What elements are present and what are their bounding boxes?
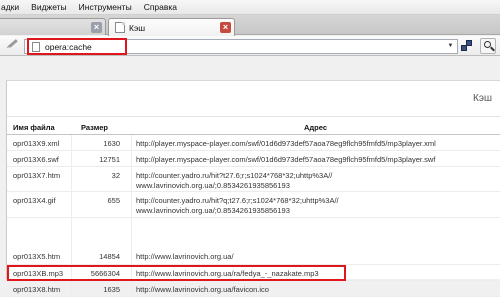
menu-item-widgets[interactable]: Виджеты — [25, 2, 73, 12]
tab-title: Кэш — [129, 22, 146, 33]
menu-item-downloads[interactable]: адки — [0, 2, 25, 12]
pen-icon[interactable] — [8, 39, 18, 48]
panels-icon[interactable] — [461, 40, 473, 52]
table-row[interactable]: opr013X6.swf 12751 http://player.myspace… — [7, 151, 500, 167]
tab-previous[interactable]: × — [0, 18, 106, 35]
close-icon[interactable]: × — [220, 22, 231, 33]
tab-cache[interactable]: Кэш × — [108, 18, 235, 36]
cell-filename: opr013X7.htm — [13, 171, 61, 180]
cell-size: 12751 — [99, 155, 120, 164]
chevron-down-icon[interactable]: ▼ — [446, 42, 455, 51]
cell-size: 1635 — [103, 285, 120, 294]
search-button[interactable] — [480, 38, 496, 54]
cell-address-link[interactable]: http://counter.yadro.ru/hit?q;t27.6;r;s1… — [136, 196, 481, 216]
table-row[interactable]: opr013X8.htm 1635 http://www.lavrinovich… — [7, 281, 500, 297]
cell-size: 1630 — [103, 139, 120, 148]
cell-address-link[interactable]: http://www.lavrinovich.org.ua/ra/fedya_-… — [136, 269, 481, 279]
menu-item-tools[interactable]: Инструменты — [73, 2, 138, 12]
cell-filename: opr013X4.gif — [13, 196, 56, 205]
menu-item-help[interactable]: Справка — [138, 2, 183, 12]
cell-size: 5666304 — [90, 269, 120, 278]
table-row[interactable]: opr013X4.gif 655 http://counter.yadro.ru… — [7, 192, 500, 218]
cell-address-link[interactable]: http://counter.yadro.ru/hit?t27.6;r;s102… — [136, 171, 481, 191]
close-icon[interactable]: × — [91, 22, 102, 33]
tab-bar: × Кэш × — [0, 15, 500, 36]
cell-address-link[interactable]: http://www.lavrinovich.org.ua/ — [136, 252, 481, 262]
cell-address-link[interactable]: http://www.lavrinovich.org.ua/favicon.ic… — [136, 285, 481, 295]
column-header-address: Адрес — [304, 123, 328, 132]
cell-size: 14854 — [99, 252, 120, 261]
cell-filename: opr013X6.swf — [13, 155, 59, 164]
column-header-size: Размер — [81, 123, 109, 132]
divider — [7, 116, 500, 117]
table-row[interactable]: opr013X9.xml 1630 http://player.myspace-… — [7, 135, 500, 151]
page-content: Кэш Имя файла Размер Адрес opr013X9.xml … — [6, 80, 500, 297]
table-row[interactable]: opr013X7.htm 32 http://counter.yadro.ru/… — [7, 167, 500, 192]
cell-filename: opr013X9.xml — [13, 139, 60, 148]
cell-filename: opr013X5.htm — [13, 252, 61, 261]
page-title: Кэш — [473, 93, 492, 104]
cell-filename: opr013XB.mp3 — [13, 269, 64, 278]
address-toolbar: opera:cache ▼ — [0, 36, 500, 56]
cell-address-link[interactable]: http://player.myspace-player.com/swf/01d… — [136, 155, 481, 165]
cell-size: 32 — [111, 171, 120, 180]
page-icon — [115, 22, 125, 33]
table-header: Имя файла Размер Адрес — [7, 120, 500, 135]
cell-address-link[interactable]: http://player.myspace-player.com/swf/01d… — [136, 139, 481, 149]
cell-filename: opr013X8.htm — [13, 285, 61, 294]
menu-bar: адки Виджеты Инструменты Справка — [0, 0, 500, 15]
address-highlight-box — [27, 38, 127, 55]
table-row[interactable]: opr013X5.htm 14854 http://www.lavrinovic… — [7, 248, 500, 265]
column-header-filename: Имя файла — [13, 123, 55, 132]
cell-size: 655 — [107, 196, 120, 205]
